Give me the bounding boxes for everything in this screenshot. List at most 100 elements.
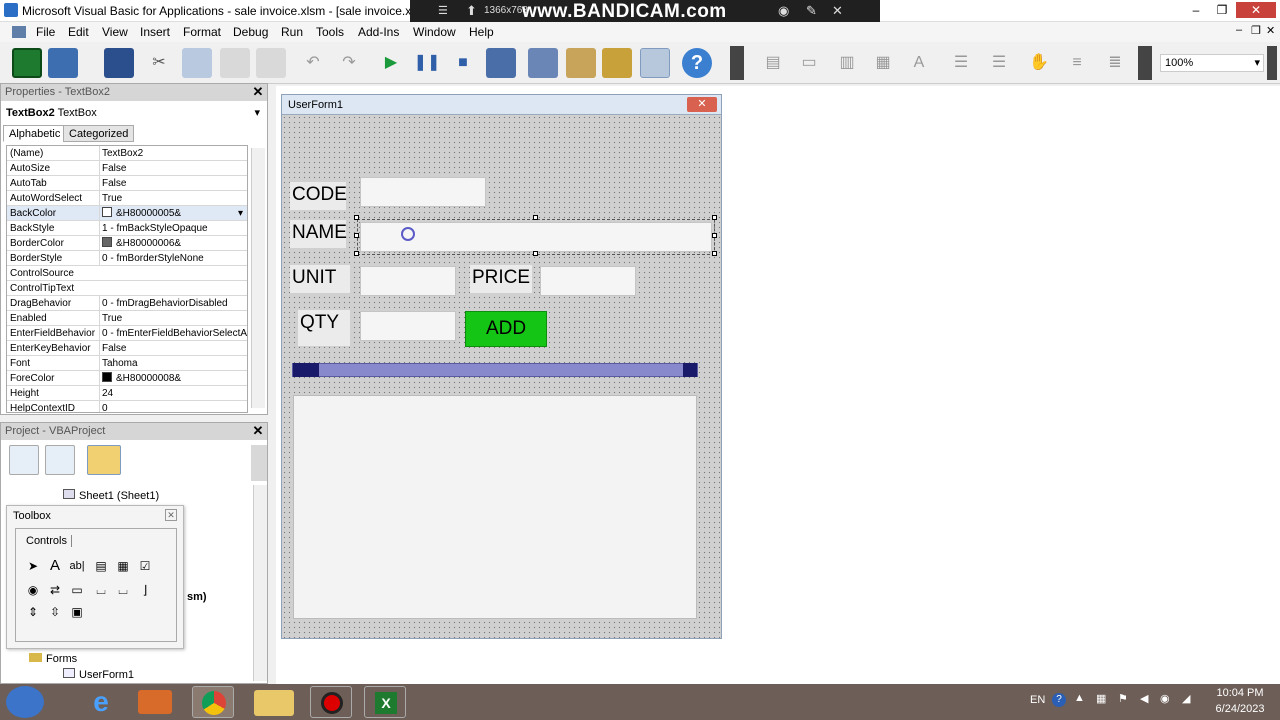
- object-selector[interactable]: TextBox2 TextBox ▾: [4, 105, 264, 122]
- show-hidden-icons-icon[interactable]: ▲: [1074, 692, 1085, 704]
- resize-handle[interactable]: [712, 251, 717, 256]
- project-close-icon[interactable]: ✕: [251, 424, 265, 438]
- property-value[interactable]: 0 - fmBorderStyleNone: [99, 251, 247, 265]
- window-restore-button[interactable]: ❐: [1208, 2, 1236, 18]
- tab-categorized[interactable]: Categorized: [63, 125, 135, 142]
- help-icon[interactable]: ?: [682, 48, 712, 78]
- label-name[interactable]: NAME: [290, 220, 347, 248]
- property-value[interactable]: &H80000006&: [99, 236, 247, 250]
- property-row[interactable]: DragBehavior 0 - fmDragBehaviorDisabled: [7, 296, 247, 311]
- menu-lines-icon[interactable]: ☰: [438, 4, 448, 17]
- project-explorer-icon[interactable]: [528, 48, 558, 78]
- label-unit[interactable]: UNIT: [290, 265, 350, 293]
- combobox-tool-icon[interactable]: ▤: [92, 557, 110, 575]
- commandbutton-tool-icon[interactable]: ⌴: [92, 581, 110, 599]
- menu-addins[interactable]: Add-Ins: [358, 25, 399, 39]
- chevron-down-icon[interactable]: ▾: [238, 206, 243, 220]
- pin-icon[interactable]: ⬆: [466, 3, 477, 19]
- multipage-tool-icon[interactable]: ⌋: [136, 581, 154, 599]
- zoom-select[interactable]: 100% ▾: [1160, 54, 1264, 72]
- resize-handle[interactable]: [354, 215, 359, 220]
- excel-view-icon[interactable]: [12, 48, 42, 78]
- volume-icon[interactable]: ◀: [1140, 692, 1148, 705]
- cut-icon[interactable]: ✂: [144, 48, 174, 78]
- break-icon[interactable]: ❚❚: [412, 48, 442, 78]
- document-icon[interactable]: [12, 26, 26, 38]
- property-row[interactable]: BackStyle 1 - fmBackStyleOpaque: [7, 221, 247, 236]
- menu-help[interactable]: Help: [469, 25, 494, 39]
- internet-explorer-icon[interactable]: e: [80, 686, 122, 718]
- save-icon[interactable]: [104, 48, 134, 78]
- signal-icon[interactable]: ◢: [1182, 692, 1190, 705]
- properties-window-icon[interactable]: [566, 48, 596, 78]
- property-row[interactable]: ControlSource: [7, 266, 247, 281]
- file-explorer-icon[interactable]: [254, 690, 294, 716]
- image-tool-icon[interactable]: ▣: [68, 603, 86, 621]
- find-icon[interactable]: [256, 48, 286, 78]
- property-value[interactable]: True: [99, 311, 247, 325]
- mdi-minimize-button[interactable]: –: [1236, 24, 1242, 36]
- userform-designer[interactable]: UserForm1 ✕ CODE NAME UNIT PRICE QTY ADD: [281, 94, 722, 639]
- action-center-icon[interactable]: ⚑: [1118, 692, 1128, 705]
- help-tray-icon[interactable]: ?: [1052, 693, 1066, 707]
- property-value[interactable]: TextBox2: [99, 146, 247, 160]
- textbox-code[interactable]: [360, 177, 486, 207]
- property-value[interactable]: 0 - fmDragBehaviorDisabled: [99, 296, 247, 310]
- textbox-tool-icon[interactable]: ab|: [68, 557, 86, 575]
- toolbox-close-icon[interactable]: ✕: [165, 509, 177, 521]
- paste-icon[interactable]: [220, 48, 250, 78]
- toolbar-grip-icon-2[interactable]: [1138, 46, 1152, 80]
- property-value[interactable]: 1 - fmBackStyleOpaque: [99, 221, 247, 235]
- object-browser-icon[interactable]: [602, 48, 632, 78]
- property-value[interactable]: 24: [99, 386, 247, 400]
- textbox-price[interactable]: [540, 266, 636, 296]
- mdi-close-button[interactable]: ✕: [1266, 24, 1275, 37]
- clock-date[interactable]: 6/24/2023: [1212, 703, 1268, 715]
- property-value[interactable]: False: [99, 176, 247, 190]
- menu-edit[interactable]: Edit: [68, 25, 89, 39]
- property-row[interactable]: Enabled True: [7, 311, 247, 326]
- togglebutton-tool-icon[interactable]: ⇄: [46, 581, 64, 599]
- view-object-icon[interactable]: [45, 445, 75, 475]
- property-row[interactable]: AutoWordSelect True: [7, 191, 247, 206]
- menu-debug[interactable]: Debug: [233, 25, 268, 39]
- property-row[interactable]: AutoTab False: [7, 176, 247, 191]
- window-minimize-button[interactable]: –: [1182, 2, 1210, 18]
- undo-icon[interactable]: ↶: [298, 48, 328, 78]
- redo-icon[interactable]: ↷: [334, 48, 364, 78]
- properties-close-icon[interactable]: ✕: [251, 85, 265, 99]
- view-code-icon[interactable]: [9, 445, 39, 475]
- media-player-icon[interactable]: [138, 690, 172, 714]
- listbox[interactable]: [293, 395, 697, 619]
- reset-icon[interactable]: ■: [448, 48, 478, 78]
- resize-handle[interactable]: [533, 215, 538, 220]
- resize-handle[interactable]: [712, 233, 717, 238]
- tab-controls[interactable]: Controls: [26, 535, 72, 547]
- language-indicator[interactable]: EN: [1030, 694, 1045, 706]
- listbox-tool-icon[interactable]: ▦: [114, 557, 132, 575]
- resize-handle[interactable]: [533, 251, 538, 256]
- pencil-icon[interactable]: ✎: [806, 3, 817, 19]
- property-row[interactable]: ForeColor &H80000008&: [7, 371, 247, 386]
- menu-window[interactable]: Window: [413, 25, 456, 39]
- menu-format[interactable]: Format: [183, 25, 221, 39]
- spinbutton-tool-icon[interactable]: ⇳: [46, 603, 64, 621]
- clock-time[interactable]: 10:04 PM: [1212, 687, 1268, 699]
- design-mode-icon[interactable]: [486, 48, 516, 78]
- copy-icon[interactable]: [182, 48, 212, 78]
- bandicam-icon[interactable]: [310, 686, 352, 718]
- property-value[interactable]: True: [99, 191, 247, 205]
- tree-item-sheet1[interactable]: Sheet1 (Sheet1): [63, 489, 159, 502]
- textbox-unit[interactable]: [360, 266, 456, 296]
- project-scrollbar[interactable]: [253, 485, 267, 681]
- textbox-name-selected[interactable]: [357, 219, 715, 255]
- menu-insert[interactable]: Insert: [140, 25, 170, 39]
- network-icon[interactable]: ▦: [1096, 692, 1106, 705]
- property-row[interactable]: Height 24: [7, 386, 247, 401]
- property-value[interactable]: 0 - fmEnterFieldBehaviorSelectAl: [99, 326, 247, 340]
- checkbox-tool-icon[interactable]: ☑: [136, 557, 154, 575]
- property-row[interactable]: EnterKeyBehavior False: [7, 341, 247, 356]
- property-row[interactable]: HelpContextID 0: [7, 401, 247, 412]
- chrome-icon[interactable]: [192, 686, 234, 718]
- toolbox-window[interactable]: Toolbox ✕ Controls ➤ A ab| ▤ ▦ ☑ ◉ ⇄ ▭ ⌴…: [6, 505, 184, 649]
